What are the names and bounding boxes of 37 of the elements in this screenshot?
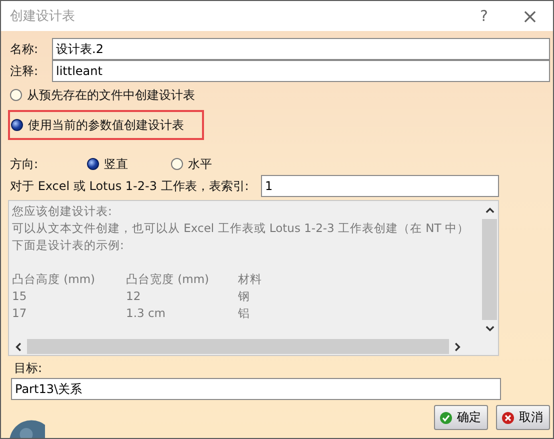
example-cell: 铝 — [238, 305, 250, 322]
option-label: 竖直 — [104, 156, 128, 172]
example-cell-text: 12 — [126, 288, 142, 305]
example-cell-text: 17 — [12, 305, 28, 322]
close-button[interactable]: × — [507, 1, 553, 31]
option-label: 从预先存在的文件中创建设计表 — [27, 86, 195, 104]
help-button[interactable]: ? — [461, 1, 507, 31]
info-text: 下面是设计表的示例: — [12, 237, 125, 254]
index-label: 对于 Excel 或 Lotus 1-2-3 工作表，表索引: — [9, 178, 250, 194]
radio-button[interactable] — [87, 158, 99, 170]
comment-label: 注释: — [9, 62, 40, 80]
option-row[interactable]: 从预先存在的文件中创建设计表 — [8, 85, 204, 105]
info-text: 可以从文本文件创建，也可以从 Excel 工作表或 Lotus 1-2-3 工作表创建（在 NT 中） — [12, 220, 470, 237]
window-title: 创建设计表 — [9, 8, 76, 25]
orientation-label: 方向: — [9, 156, 40, 172]
example-cell-text: 15 — [12, 288, 28, 305]
radio-button[interactable] — [11, 119, 23, 131]
cancel-icon — [501, 410, 515, 424]
checkmark-icon — [439, 410, 453, 424]
example-cell-text: 凸台高度 (mm) — [12, 271, 96, 288]
target-field[interactable]: Part13\关系 — [11, 378, 501, 400]
option-label: 使用当前的参数值创建设计表 — [28, 116, 184, 134]
ok-button[interactable]: 确定 — [434, 405, 488, 430]
name-field[interactable]: 设计表.2 — [52, 38, 550, 60]
cancel-button[interactable]: 取消 — [496, 405, 550, 430]
index-field[interactable]: 1 — [261, 175, 499, 197]
name-label: 名称: — [9, 40, 40, 58]
example-cell-text: 1.3 cm — [126, 305, 166, 322]
radio-button[interactable] — [171, 158, 183, 170]
target-label: 目标: — [13, 360, 44, 377]
info-text: 您应该创建设计表: — [12, 203, 113, 220]
example-cell-text: 凸台宽度 (mm) — [126, 271, 210, 288]
option-label: 水平 — [188, 156, 212, 172]
comment-field[interactable]: littleant — [52, 60, 550, 82]
example-cell: 钢 — [238, 288, 250, 305]
example-cell: 材料 — [238, 271, 262, 288]
radio-button[interactable] — [10, 89, 22, 101]
